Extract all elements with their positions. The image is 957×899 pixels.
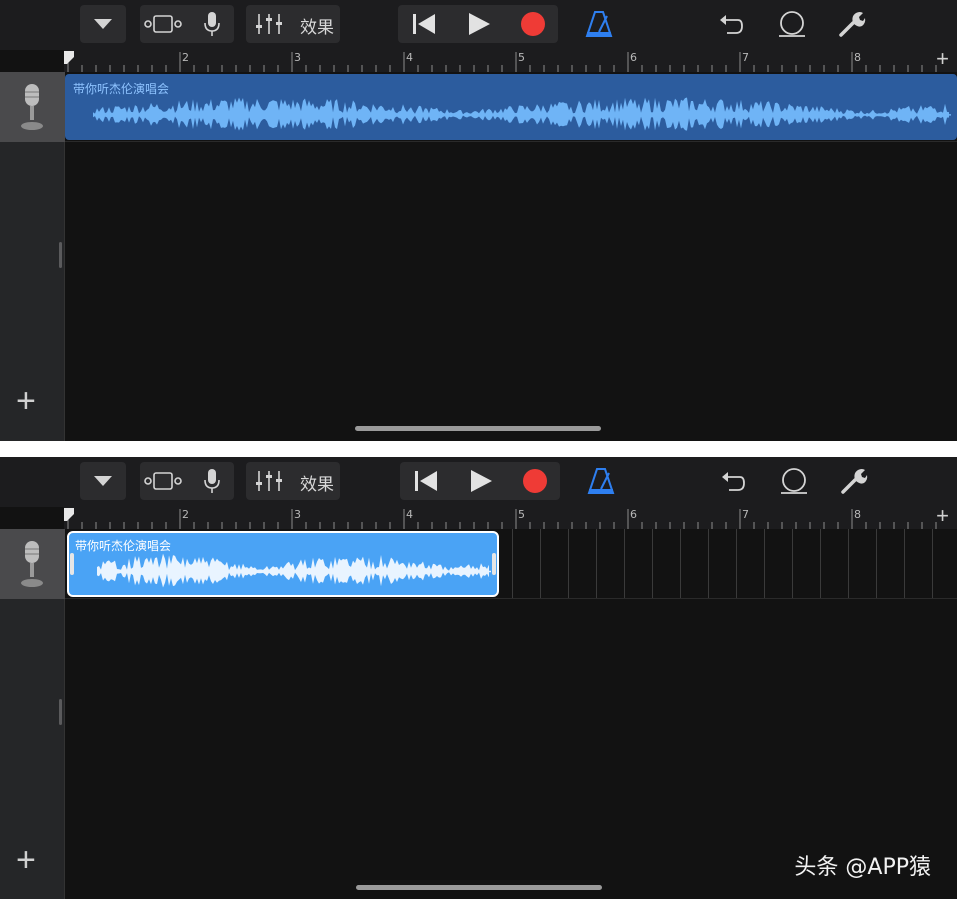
add-track-icon[interactable]: + [16, 384, 36, 418]
bar-number: 8 [854, 508, 861, 521]
mixer-group: 效果 [246, 462, 340, 500]
mixer-group: 效果 [246, 5, 340, 43]
track-view-icon[interactable] [140, 5, 186, 43]
undo-icon[interactable] [714, 8, 748, 40]
playhead-icon[interactable] [64, 51, 74, 65]
dropdown-icon [80, 5, 126, 43]
fx-button-label[interactable]: 效果 [300, 13, 334, 38]
metronome-icon[interactable] [582, 8, 616, 40]
record-icon[interactable] [510, 462, 560, 500]
home-indicator [355, 426, 601, 431]
bar-number: 8 [854, 51, 861, 64]
bar-number: 5 [518, 508, 525, 521]
mixer-icon[interactable] [250, 5, 288, 43]
bar-number: 7 [742, 51, 749, 64]
settings-icon[interactable] [836, 465, 872, 497]
rewind-icon[interactable] [402, 462, 450, 500]
microphone-track-icon [21, 541, 43, 587]
timeline-ruler[interactable]: 2 3 4 5 6 7 8 + [64, 505, 957, 529]
view-group [140, 5, 234, 43]
waveform-shape [93, 97, 949, 131]
resize-handle[interactable] [59, 699, 62, 725]
bar-number: 4 [406, 508, 413, 521]
dropdown-button[interactable] [80, 462, 126, 500]
track-lane: 带你听杰伦演唱会 [65, 529, 957, 599]
playhead-icon[interactable] [64, 508, 74, 522]
microphone-icon[interactable] [190, 462, 234, 500]
track-header[interactable] [0, 72, 65, 142]
bar-number: 5 [518, 51, 525, 64]
track-lane: 带你听杰伦演唱会 [65, 72, 957, 142]
rewind-icon[interactable] [400, 5, 448, 43]
view-group [140, 462, 234, 500]
transport-group [400, 462, 560, 500]
home-indicator [356, 885, 602, 890]
transport-group [398, 5, 558, 43]
bar-number: 6 [630, 508, 637, 521]
bar-number: 6 [630, 51, 637, 64]
track-view-icon[interactable] [140, 462, 186, 500]
control-bar: 效果 [0, 457, 957, 507]
track-header[interactable] [0, 529, 65, 599]
timeline-ruler[interactable]: 2 3 4 5 6 7 8 + [64, 48, 957, 72]
microphone-track-icon [21, 84, 43, 130]
dropdown-icon [80, 462, 126, 500]
play-icon[interactable] [454, 5, 504, 43]
loop-icon[interactable] [772, 8, 812, 40]
region-trim-handle-left[interactable] [70, 553, 74, 575]
bar-number: 2 [182, 508, 189, 521]
add-track-icon[interactable]: + [16, 843, 36, 877]
bar-number: 3 [294, 51, 301, 64]
loop-icon[interactable] [774, 465, 814, 497]
mixer-icon[interactable] [250, 462, 288, 500]
bar-number: 7 [742, 508, 749, 521]
resize-handle[interactable] [59, 242, 62, 268]
waveform [97, 553, 491, 588]
play-icon[interactable] [456, 462, 506, 500]
waveform [93, 97, 951, 131]
settings-icon[interactable] [834, 8, 870, 40]
audio-region-selected[interactable]: 带你听杰伦演唱会 [67, 531, 499, 597]
audio-region[interactable]: 带你听杰伦演唱会 [65, 74, 957, 140]
dropdown-button[interactable] [80, 5, 126, 43]
bar-number: 2 [182, 51, 189, 64]
track-header-column: + [0, 529, 65, 899]
waveform-shape [97, 553, 489, 588]
garageband-panel-top: 效果 2 3 4 5 6 7 8 + + 带你听杰伦演唱会 [0, 0, 957, 441]
watermark: 头条 @APP猿 [794, 855, 931, 880]
region-trim-handle-right[interactable] [492, 553, 496, 575]
bar-number: 3 [294, 508, 301, 521]
bar-number: 4 [406, 51, 413, 64]
metronome-icon[interactable] [584, 465, 618, 497]
add-section-icon[interactable]: + [936, 505, 949, 527]
record-icon[interactable] [508, 5, 558, 43]
add-section-icon[interactable]: + [936, 48, 949, 70]
garageband-panel-bottom: 效果 2 3 4 5 6 7 8 + + 带你听杰伦演唱会 头条 @APP猿 [0, 457, 957, 899]
undo-icon[interactable] [716, 465, 750, 497]
microphone-icon[interactable] [190, 5, 234, 43]
fx-button-label[interactable]: 效果 [300, 470, 334, 495]
control-bar: 效果 [0, 0, 957, 50]
track-header-column: + [0, 72, 65, 441]
